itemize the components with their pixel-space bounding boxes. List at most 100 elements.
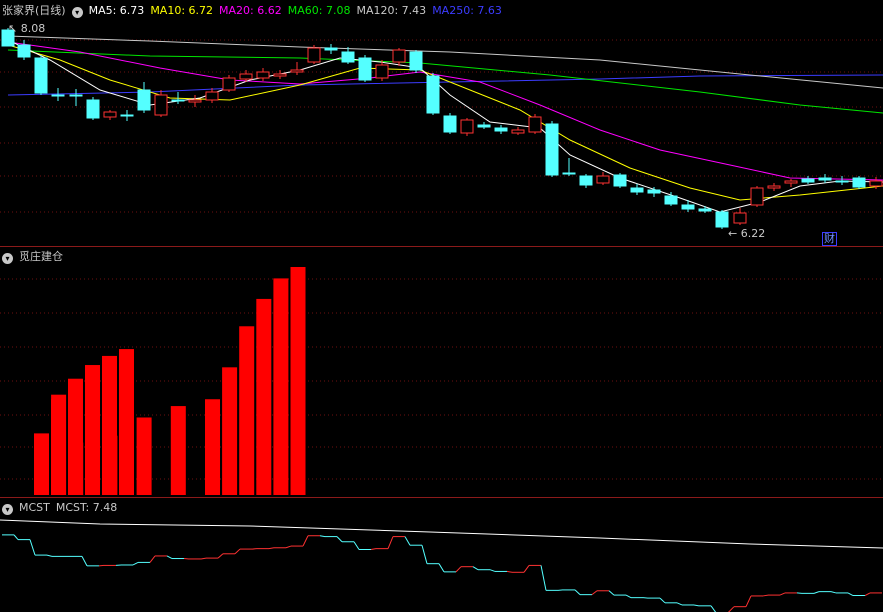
mcst-step xyxy=(779,592,786,596)
candle-down xyxy=(647,189,661,194)
candle-up xyxy=(528,116,542,133)
finance-event-badge[interactable]: 财 xyxy=(822,232,837,246)
indicator-bar xyxy=(34,433,49,495)
indicator-panel[interactable]: ▾ 觅庄建仓 xyxy=(0,247,883,497)
mcst-step xyxy=(608,590,615,596)
candle-up xyxy=(205,91,219,101)
indicator-bar xyxy=(205,399,220,495)
candle-down xyxy=(86,99,100,119)
candle-up xyxy=(784,180,798,184)
mcst-step xyxy=(728,606,735,612)
mcst-step xyxy=(659,597,666,604)
candle-up xyxy=(273,73,287,77)
indicator-bar xyxy=(136,417,152,495)
candle-down xyxy=(426,75,440,114)
mcst-step xyxy=(268,547,275,550)
mcst-step xyxy=(847,592,854,596)
mcst-step xyxy=(438,563,445,573)
indicator-bar xyxy=(256,298,272,495)
candle-up xyxy=(239,73,253,80)
mcst-step xyxy=(13,534,19,540)
mcst-step xyxy=(166,555,173,559)
mcst-step xyxy=(370,548,377,550)
mcst-step xyxy=(353,541,360,550)
indicator-chart[interactable] xyxy=(0,247,883,497)
low-price-label: ← 6.22 xyxy=(728,227,766,240)
mcst-step xyxy=(455,566,462,573)
indicator-bar xyxy=(290,267,306,495)
candle-up xyxy=(222,77,236,91)
candle-up xyxy=(290,69,304,73)
candle-down xyxy=(630,187,644,193)
kline-chart[interactable] xyxy=(0,0,883,246)
mcst-step xyxy=(149,555,156,563)
candle-down xyxy=(579,175,593,186)
mcst-step xyxy=(336,536,343,543)
candle-down xyxy=(698,208,712,212)
ma20-line xyxy=(7,41,883,181)
candle-down xyxy=(818,177,832,181)
mcst-step xyxy=(523,565,530,573)
candle-down xyxy=(613,174,627,187)
mcst-step xyxy=(132,561,139,566)
candle-down xyxy=(835,180,849,183)
indicator-bar xyxy=(51,399,66,495)
candle-up xyxy=(596,175,610,184)
candle-down xyxy=(477,124,491,128)
indicator-bar xyxy=(68,378,83,495)
candle-down xyxy=(409,51,423,71)
candle-down xyxy=(562,172,576,175)
mcst-step xyxy=(830,591,837,594)
candle-down xyxy=(51,94,65,97)
mcst-step xyxy=(302,535,309,547)
candle-up xyxy=(103,111,117,118)
candle-down xyxy=(171,99,185,102)
mcst-step xyxy=(472,566,479,571)
mcst-step xyxy=(404,536,411,546)
mcst-step xyxy=(319,535,326,538)
mcst-step xyxy=(813,591,820,594)
indicator-bar xyxy=(119,349,134,495)
mcst-step xyxy=(217,553,224,559)
mcst-chart[interactable] xyxy=(0,498,883,612)
candle-up xyxy=(307,47,321,63)
candle-down xyxy=(324,47,338,51)
candle-up xyxy=(869,180,883,187)
candle-up xyxy=(154,94,168,116)
candle-down xyxy=(852,177,866,188)
candle-down xyxy=(801,178,815,183)
indicator-bar xyxy=(170,406,186,495)
mcst-step xyxy=(234,548,241,555)
mcst-step xyxy=(745,595,752,607)
candle-down xyxy=(443,115,457,133)
mcst-step xyxy=(693,604,700,607)
candle-up xyxy=(188,99,202,103)
mcst-step xyxy=(387,536,394,549)
mcst-panel[interactable]: ▾ MCST MCST: 7.48 xyxy=(0,498,883,612)
candle-down xyxy=(34,57,48,94)
mcst-step xyxy=(421,545,428,564)
candle-up xyxy=(256,71,270,79)
candle-up xyxy=(375,64,389,79)
mcst-line xyxy=(0,519,883,549)
candle-up xyxy=(767,185,781,189)
indicator-bar xyxy=(273,278,289,495)
mcst-step xyxy=(591,590,598,596)
high-price-label: ↖ 8.08 xyxy=(8,22,46,35)
indicator-bar xyxy=(85,365,100,495)
candle-down xyxy=(17,44,31,58)
candle-down xyxy=(664,195,678,205)
mcst-step xyxy=(506,570,513,573)
candle-down xyxy=(681,204,695,210)
candle-down xyxy=(358,57,372,81)
candle-down xyxy=(137,89,151,111)
candle-down xyxy=(341,51,355,63)
mcst-step xyxy=(46,554,53,557)
mcst-step xyxy=(81,556,88,567)
kline-panel[interactable]: 张家界(日线) ▾ MA5: 6.73 MA10: 6.72 MA20: 6.62 MA6… xyxy=(0,0,883,246)
mcst-step xyxy=(864,592,871,596)
candle-up xyxy=(733,212,747,224)
candle-down xyxy=(120,114,134,117)
mcst-step xyxy=(710,605,717,612)
candle-up xyxy=(460,119,474,134)
